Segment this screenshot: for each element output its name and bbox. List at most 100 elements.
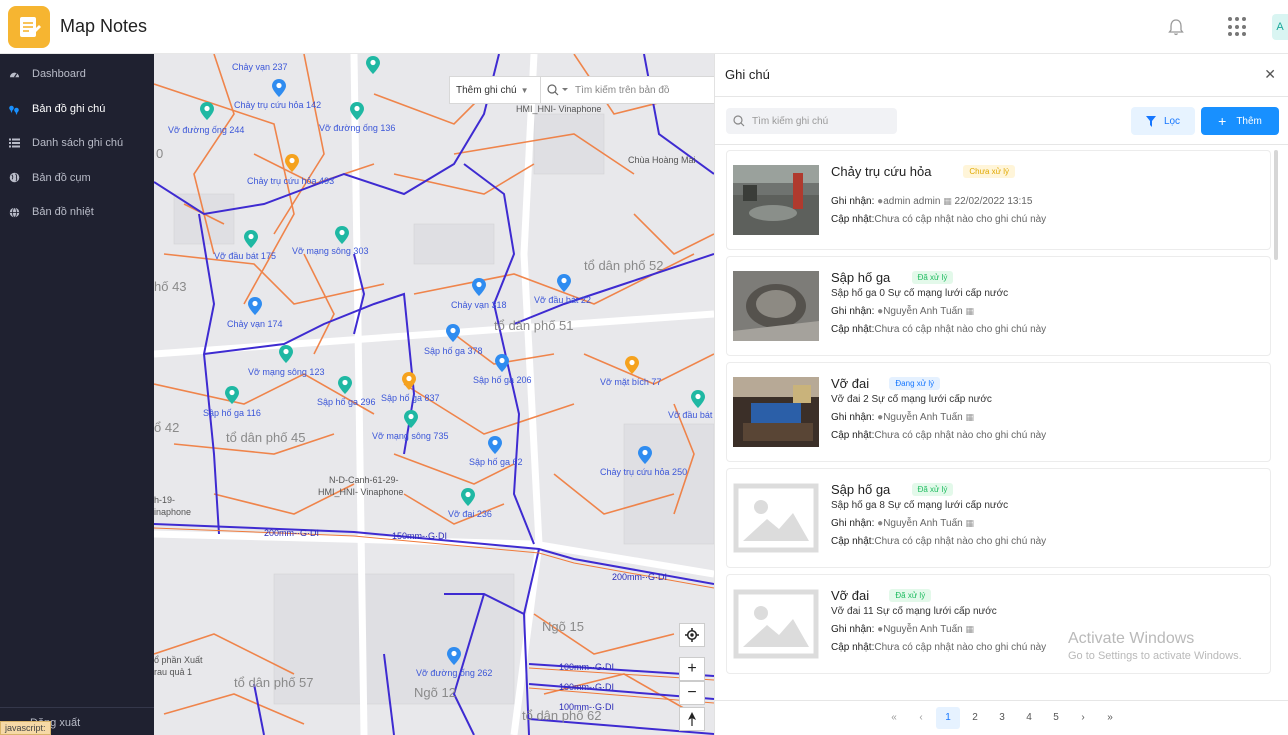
map-marker-label[interactable]: Vỡ đường ống 262 xyxy=(416,668,492,678)
map-marker-blue-icon[interactable] xyxy=(557,274,571,292)
note-title[interactable]: Sập hố ga xyxy=(831,482,890,497)
map-marker-teal-icon[interactable] xyxy=(691,390,705,408)
bell-icon[interactable] xyxy=(1166,17,1186,37)
page-button[interactable]: 1 xyxy=(936,706,960,729)
note-title[interactable]: Chảy trụ cứu hỏa xyxy=(831,164,931,179)
map-marker-blue-icon[interactable] xyxy=(248,297,262,315)
note-card[interactable]: Chảy trụ cứu hỏa Chưa xử lý Ghi nhận: ●adm… xyxy=(726,150,1271,250)
map-marker-blue-icon[interactable] xyxy=(447,647,461,665)
compass-button[interactable] xyxy=(679,707,705,731)
update-text: Chưa có cập nhật nào cho ghi chú này xyxy=(874,214,1047,225)
zoom-in-button[interactable]: + xyxy=(679,657,705,681)
status-badge: Đã xử lý xyxy=(911,483,954,496)
map-place-label: inaphone xyxy=(154,507,192,517)
note-card[interactable]: Sập hố ga Đã xử lý Sập hố ga 0 Sự cố mạng … xyxy=(726,256,1271,356)
map-marker-label[interactable]: Sập hố ga 206 xyxy=(473,375,532,385)
map-marker-label[interactable]: Sập hố ga 116 xyxy=(203,408,261,418)
note-thumbnail[interactable] xyxy=(733,483,819,553)
add-note-select[interactable]: Thêm ghi chú ▼ xyxy=(449,76,541,104)
map-marker-teal-icon[interactable] xyxy=(244,230,258,248)
next-page-button[interactable]: › xyxy=(1071,707,1095,729)
map-toolbar: Thêm ghi chú ▼ Tìm kiếm trên bản đồ xyxy=(449,76,714,104)
map-view[interactable]: 0 HMI_HNI- Vinaphone Chùa Hoàng Mai tổ d… xyxy=(154,54,714,735)
page-button[interactable]: 4 xyxy=(1017,707,1041,729)
north-arrow-icon xyxy=(688,712,696,726)
windows-watermark: Activate Windows Go to Settings to activ… xyxy=(1068,630,1242,662)
world-icon xyxy=(8,206,20,218)
apps-grid-icon[interactable] xyxy=(1228,17,1248,37)
map-marker-label[interactable]: Sập hố ga 62 xyxy=(469,457,523,467)
map-marker-teal-icon[interactable] xyxy=(461,488,475,506)
page-button[interactable]: 5 xyxy=(1044,707,1068,729)
first-page-button[interactable]: « xyxy=(882,707,906,729)
map-marker-blue-icon[interactable] xyxy=(495,354,509,372)
sidebar-item-cluster-map[interactable]: Bản đồ cụm xyxy=(0,161,154,196)
note-title[interactable]: Vỡ đai xyxy=(831,376,869,391)
map-marker-blue-icon[interactable] xyxy=(638,446,652,464)
zoom-out-button[interactable]: − xyxy=(679,681,705,705)
map-search-placeholder: Tìm kiếm trên bản đồ xyxy=(575,84,670,96)
map-marker-teal-icon[interactable] xyxy=(350,102,364,120)
map-marker-label[interactable]: Vỡ mặt bích 77 xyxy=(600,377,661,387)
map-marker-label[interactable]: Vỡ đường ống 136 xyxy=(319,123,395,133)
map-marker-teal-icon[interactable] xyxy=(404,410,418,428)
divider xyxy=(715,144,1288,145)
map-marker-blue-icon[interactable] xyxy=(472,278,486,296)
note-thumbnail[interactable] xyxy=(733,165,819,235)
map-marker-orange-icon[interactable] xyxy=(402,372,416,390)
close-icon[interactable]: ✕ xyxy=(1264,66,1276,83)
note-thumbnail[interactable] xyxy=(733,589,819,659)
page-button[interactable]: 2 xyxy=(963,707,987,729)
map-marker-teal-icon[interactable] xyxy=(225,386,239,404)
map-marker-label[interactable]: Chảy trụ cứu hỏa 142 xyxy=(234,100,321,110)
map-marker-teal-icon[interactable] xyxy=(279,345,293,363)
note-thumbnail[interactable] xyxy=(733,377,819,447)
map-marker-label[interactable]: Vỡ đầu bát xyxy=(668,410,712,420)
app-logo[interactable] xyxy=(8,5,50,48)
avatar[interactable]: A xyxy=(1272,14,1288,40)
map-marker-label[interactable]: Vỡ mạng sông 123 xyxy=(248,367,324,377)
note-card[interactable]: Sập hố ga Đã xử lý Sập hố ga 8 Sự cố mạng … xyxy=(726,468,1271,568)
map-marker-label[interactable]: Vỡ mạng sông 303 xyxy=(292,246,368,256)
status-badge: Đã xử lý xyxy=(889,589,932,602)
sidebar-item-dashboard[interactable]: Dashboard xyxy=(0,57,154,92)
map-search-input[interactable]: Tìm kiếm trên bản đồ xyxy=(541,76,714,104)
map-marker-label[interactable]: Sập hố ga 378 xyxy=(424,346,483,356)
last-page-button[interactable]: » xyxy=(1098,707,1122,729)
map-marker-label[interactable]: Sập hố ga 296 xyxy=(317,397,376,407)
map-marker-teal-icon[interactable] xyxy=(200,102,214,120)
locate-button[interactable] xyxy=(679,623,705,647)
sidebar-item-note-list[interactable]: Danh sách ghi chú xyxy=(0,126,154,161)
map-marker-label[interactable]: Vỡ đường ống 244 xyxy=(168,125,244,135)
note-title[interactable]: Vỡ đai xyxy=(831,588,869,603)
note-card[interactable]: Vỡ đai Đang xử lý Vỡ đai 2 Sự cố mạng lưới… xyxy=(726,362,1271,462)
map-marker-teal-icon[interactable] xyxy=(338,376,352,394)
page-button[interactable]: 3 xyxy=(990,707,1014,729)
map-marker-blue-icon[interactable] xyxy=(446,324,460,342)
map-marker-label[interactable]: Chảy vạn 174 xyxy=(227,319,283,329)
map-marker-orange-icon[interactable] xyxy=(285,154,299,172)
sidebar-item-heat-map[interactable]: Bản đồ nhiệt xyxy=(0,195,154,230)
map-marker-label[interactable]: Chảy trụ cứu hỏa 250 xyxy=(600,467,687,477)
note-title[interactable]: Sập hố ga xyxy=(831,270,890,285)
map-marker-blue-icon[interactable] xyxy=(272,79,286,97)
map-marker-label[interactable]: Chảy vạn 318 xyxy=(451,300,507,310)
map-marker-label[interactable]: Vỡ đầu bát 175 xyxy=(214,251,276,261)
map-marker-orange-icon[interactable] xyxy=(625,356,639,374)
map-marker-label[interactable]: Vỡ mạng sông 735 xyxy=(372,431,448,441)
map-marker-label[interactable]: Vỡ đai 236 xyxy=(448,509,492,519)
scrollbar[interactable] xyxy=(1274,150,1278,260)
sidebar-item-note-map[interactable]: Bản đồ ghi chú xyxy=(0,92,154,127)
map-marker-teal-icon[interactable] xyxy=(335,226,349,244)
note-thumbnail[interactable] xyxy=(733,271,819,341)
map-marker-blue-icon[interactable] xyxy=(488,436,502,454)
map-marker-label[interactable]: Vỡ đầu bát 22 xyxy=(534,295,591,305)
map-marker-teal-icon[interactable] xyxy=(366,56,380,74)
prev-page-button[interactable]: ‹ xyxy=(909,707,933,729)
map-marker-label[interactable]: Chảy trụ cứu hỏa 493 xyxy=(247,176,334,186)
note-search-input[interactable]: Tìm kiếm ghi chú xyxy=(726,108,897,134)
add-note-button[interactable]: + Thêm xyxy=(1201,107,1279,135)
filter-button[interactable]: Lọc xyxy=(1131,107,1195,135)
map-marker-label[interactable]: Chảy vạn 237 xyxy=(232,62,288,72)
map-marker-label[interactable]: Sập hố ga 837 xyxy=(381,393,440,403)
